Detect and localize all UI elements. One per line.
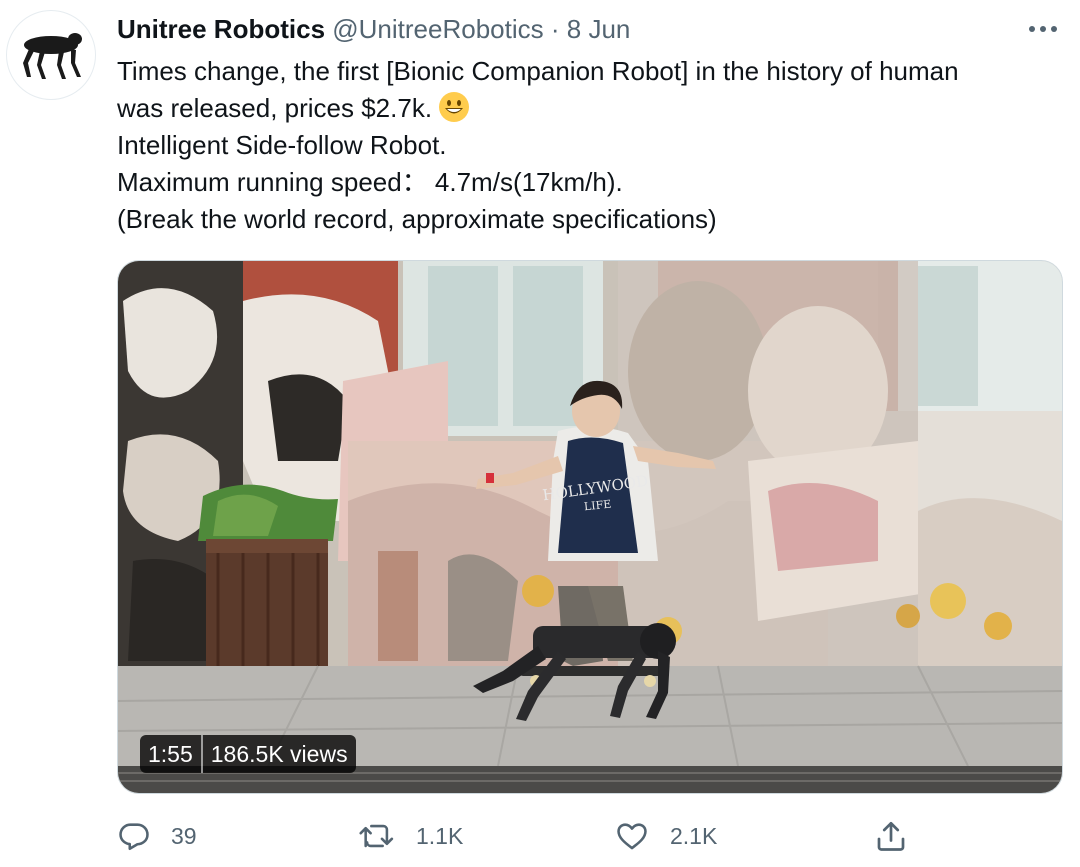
video-views: 186.5K views <box>210 741 348 767</box>
share-button[interactable] <box>873 818 929 854</box>
tweet-text: Times change, the first [Bionic Companio… <box>117 53 1067 238</box>
video-player[interactable]: HOLLYWOOD LIFE 1:55 186.5K views <box>117 260 1063 794</box>
like-count: 2.1K <box>670 822 718 849</box>
tweet-actions: 39 1.1K 2.1K <box>0 818 1080 854</box>
tweet-line-5: (Break the world record, approximate spe… <box>117 204 717 234</box>
video-badge: 1:55 186.5K views <box>140 735 356 773</box>
reply-button[interactable]: 39 <box>117 818 197 854</box>
like-icon <box>617 823 647 850</box>
reply-count: 39 <box>171 822 197 849</box>
share-icon <box>877 821 905 851</box>
tweet-line-2: was released, prices $2.7k. <box>117 90 1067 127</box>
more-icon <box>1029 26 1057 32</box>
video-thumbnail: HOLLYWOOD LIFE <box>118 261 1062 793</box>
grinning-face-emoji <box>439 92 470 122</box>
tweet-line-3: Intelligent Side-follow Robot. <box>117 130 447 160</box>
tweet-line-4: Maximum running speed： 4.7m/s(17km/h). <box>117 167 623 197</box>
author-handle[interactable]: @UnitreeRobotics <box>332 14 543 44</box>
avatar[interactable] <box>6 10 96 100</box>
author-name[interactable]: Unitree Robotics <box>117 14 325 44</box>
video-duration: 1:55 <box>148 741 193 767</box>
reply-icon <box>119 823 149 851</box>
retweet-count: 1.1K <box>416 822 464 849</box>
retweet-icon <box>359 824 394 848</box>
retweet-button[interactable]: 1.1K <box>358 818 463 854</box>
tweet-line-1: Times change, the first [Bionic Companio… <box>117 56 959 86</box>
tweet-date[interactable]: 8 Jun <box>567 14 631 44</box>
like-button[interactable]: 2.1K <box>614 818 717 854</box>
meta-separator: · <box>550 14 560 44</box>
tweet-header: Unitree Robotics @UnitreeRobotics · 8 Ju… <box>117 12 630 46</box>
more-button[interactable] <box>1024 16 1064 42</box>
robot-dog-logo <box>23 33 82 79</box>
